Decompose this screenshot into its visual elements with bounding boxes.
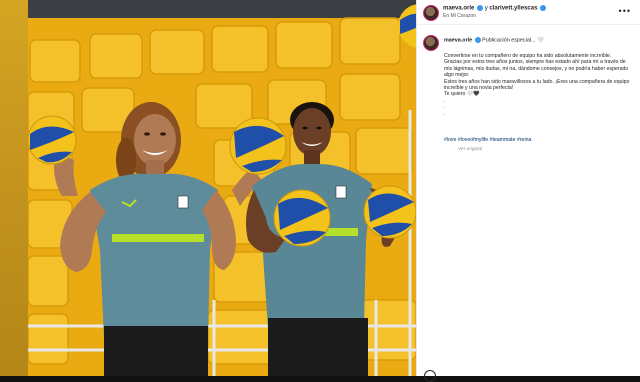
verified-badge-icon [540, 5, 547, 11]
collab-connector: y [484, 5, 488, 12]
header-usernames: maeva.orle y clarivett.yllescas [443, 5, 547, 12]
caption-line: Estos tres años han sido maravillosos a … [444, 78, 630, 92]
caption-avatar[interactable] [423, 35, 439, 51]
post-header: maeva.orle y clarivett.yllescas En Mi Co… [417, 0, 640, 25]
blurred-background-left [0, 0, 28, 376]
action-icon[interactable] [424, 370, 436, 382]
see-original-link[interactable]: Ver original [458, 147, 482, 152]
more-options-icon[interactable]: ••• [619, 6, 631, 16]
volleyball-2 [229, 117, 287, 175]
caption-author[interactable]: maeva.orle [444, 37, 472, 43]
author-username[interactable]: maeva.orle [443, 6, 474, 12]
caption-title: Publicación especial... 🤍 [482, 37, 544, 44]
volleyball-1 [28, 115, 77, 165]
caption-line: Gracias por estos tres años juntos, siem… [444, 59, 629, 79]
hashtags[interactable]: #love #loveofmylife #teammate #reina [444, 137, 531, 143]
post-sidebar: maeva.orle y clarivett.yllescas En Mi Co… [416, 0, 640, 382]
verified-badge-icon [474, 37, 481, 43]
caption-line: . [444, 110, 446, 117]
volleyball-players-photo [28, 0, 416, 376]
collaborator-username[interactable]: clarivett.yllescas [489, 6, 537, 12]
volleyball-3 [273, 189, 331, 247]
post-photo[interactable] [28, 0, 416, 376]
caption-text: Convertirse en tu compañero de equipo ha… [444, 53, 630, 117]
verified-badge-icon [477, 5, 484, 11]
volleyball-4 [363, 185, 416, 239]
caption-header: maeva.orle Publicación especial... 🤍 [444, 37, 544, 43]
author-avatar[interactable] [423, 5, 439, 21]
location-label[interactable]: En Mi Corazon [443, 13, 476, 19]
